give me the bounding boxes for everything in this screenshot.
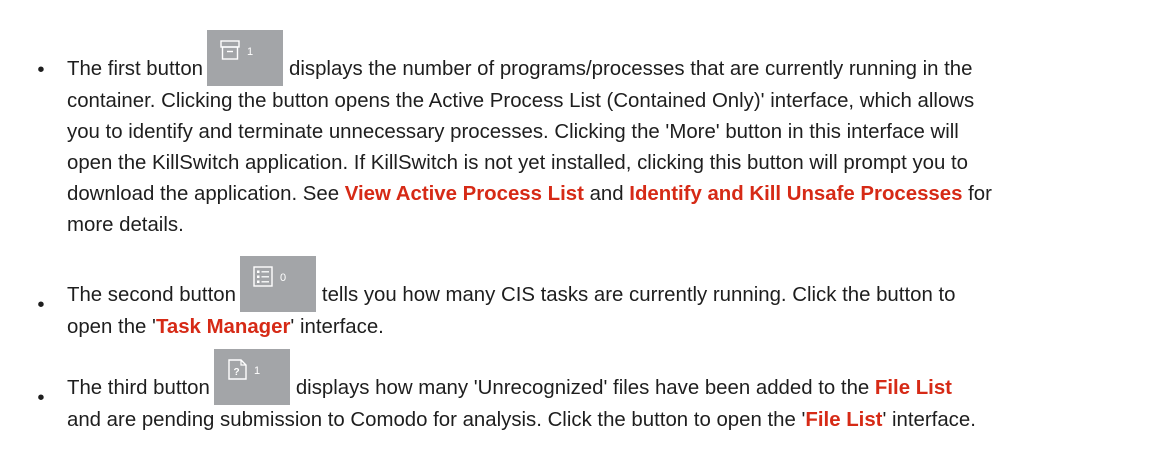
text-segment: displays how many 'Unrecognized' files h… — [295, 377, 870, 399]
view-active-process-list-link[interactable]: View Active Process List — [345, 183, 584, 205]
process-count-badge: 1 — [247, 46, 253, 58]
text-segment: The first button — [67, 58, 204, 80]
bullet: • — [37, 59, 45, 81]
archive-icon: 1 — [220, 40, 253, 60]
text-segment: and are pending submission to Comodo for… — [67, 409, 806, 431]
text-segment: for — [968, 183, 992, 205]
text-segment: displays the number of programs/processe… — [289, 58, 973, 80]
text-line: and are pending submission to Comodo for… — [67, 405, 1127, 436]
text-segment: open the ' — [67, 316, 156, 338]
file-list-interface-link[interactable]: File List — [805, 409, 882, 431]
task-count-badge: 0 — [280, 272, 286, 284]
list-item-text: The second button 0 tells you how many C… — [67, 256, 1127, 343]
bullet: • — [37, 387, 45, 409]
file-count-badge: 1 — [254, 365, 260, 377]
text-segment: download the application. See — [67, 183, 340, 205]
text-line: download the application. See View Activ… — [67, 179, 1127, 210]
text-line: container. Clicking the button opens the… — [67, 90, 975, 112]
contained-processes-button: 1 — [207, 30, 284, 86]
text-segment: and — [589, 183, 624, 205]
text-segment: The second button — [67, 284, 236, 306]
text-segment: ' interface. — [290, 316, 384, 338]
text-segment: ' interface. — [882, 409, 976, 431]
text-line: you to identify and terminate unnecessar… — [67, 121, 959, 143]
text-line: more details. — [67, 214, 184, 236]
text-segment: The third button — [67, 377, 210, 399]
list-item-text: The first button 1 displays the number o… — [67, 30, 1127, 241]
svg-text:?: ? — [233, 367, 239, 378]
unrecognized-files-button: ? 1 — [213, 349, 290, 405]
task-manager-link[interactable]: Task Manager — [156, 316, 290, 338]
text-segment: tells you how many CIS tasks are current… — [321, 284, 956, 306]
list-item-text: The third button ? 1 displays how many '… — [67, 349, 1127, 436]
file-list-link[interactable]: File List — [875, 373, 952, 405]
identify-kill-unsafe-processes-link[interactable]: Identify and Kill Unsafe Processes — [629, 183, 962, 205]
running-tasks-button: 0 — [239, 256, 316, 312]
text-line: open the 'Task Manager' interface. — [67, 312, 1127, 343]
task-list-icon: 0 — [253, 266, 286, 287]
unknown-file-icon: ? 1 — [228, 359, 260, 380]
bullet: • — [37, 294, 45, 316]
text-line: open the KillSwitch application. If Kill… — [67, 152, 969, 174]
